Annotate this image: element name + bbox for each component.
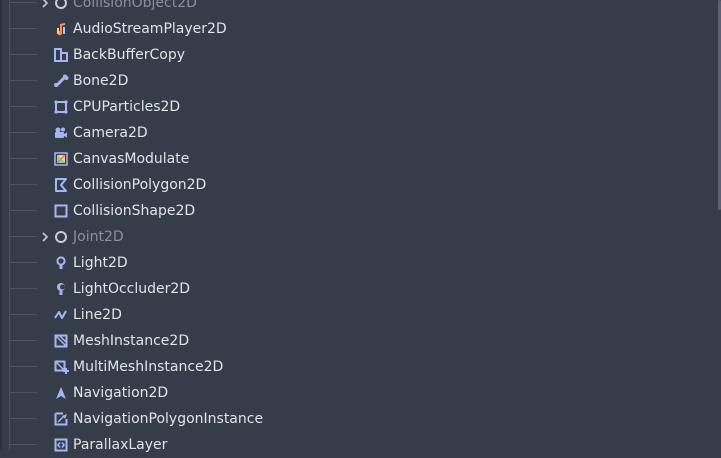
canvas-modulate-icon xyxy=(53,151,69,167)
tree-item-label: NavigationPolygonInstance xyxy=(73,411,264,427)
tree-branch-line xyxy=(10,314,37,315)
tree-branch-line xyxy=(10,210,37,211)
tree-item-label: Joint2D xyxy=(73,229,124,245)
tree-item-label: CanvasModulate xyxy=(73,151,190,167)
tree-branch-line xyxy=(10,54,37,55)
multi-mesh-icon xyxy=(53,359,69,375)
particles-icon xyxy=(53,99,69,115)
tree-item-label: CollisionObject2D xyxy=(73,0,197,11)
tree-item-label: Camera2D xyxy=(73,125,148,141)
collision-shape-icon xyxy=(53,203,69,219)
circle-outline-icon xyxy=(53,229,69,245)
tree-branch-line xyxy=(10,392,37,393)
tree-item[interactable]: CPUParticles2D xyxy=(0,94,716,120)
tree-item-label: CollisionPolygon2D xyxy=(73,177,207,193)
mesh-instance-icon xyxy=(53,333,69,349)
tree-item[interactable]: Joint2D xyxy=(0,224,716,250)
tree-branch-line xyxy=(10,184,37,185)
tree-item[interactable]: CollisionObject2D xyxy=(0,0,716,16)
parallax-layer-icon xyxy=(53,437,69,453)
tree-item[interactable]: Bone2D xyxy=(0,68,716,94)
tree-item-label: MeshInstance2D xyxy=(73,333,190,349)
tree-item[interactable]: CollisionShape2D xyxy=(0,198,716,224)
light-bulb-icon xyxy=(53,255,69,271)
tree-item[interactable]: Navigation2D xyxy=(0,380,716,406)
circle-outline-icon xyxy=(53,0,69,11)
tree-branch-line xyxy=(10,418,37,419)
tree-branch-line xyxy=(10,132,37,133)
light-occluder-icon xyxy=(53,281,69,297)
tree-branch-line xyxy=(10,158,37,159)
back-buffer-icon xyxy=(53,47,69,63)
node-tree-panel: CollisionObject2D AudioStreamPlayer2D Back… xyxy=(0,0,721,453)
tree-item-label: AudioStreamPlayer2D xyxy=(73,21,227,37)
tree-item-label: BackBufferCopy xyxy=(73,47,185,63)
audio-note-icon xyxy=(53,21,69,37)
navigation-arrow-icon xyxy=(53,385,69,401)
tree-item[interactable]: NavigationPolygonInstance xyxy=(0,406,716,432)
tree-branch-line xyxy=(10,288,37,289)
tree-branch-line xyxy=(10,262,37,263)
tree-item-label: MultiMeshInstance2D xyxy=(73,359,224,375)
tree-branch-line xyxy=(10,28,37,29)
tree-item[interactable]: MeshInstance2D xyxy=(0,328,716,354)
camera-icon xyxy=(53,125,69,141)
tree-item[interactable]: Light2D xyxy=(0,250,716,276)
tree-branch-line xyxy=(10,366,37,367)
tree-item[interactable]: AudioStreamPlayer2D xyxy=(0,16,716,42)
tree-branch-line xyxy=(10,80,37,81)
tree-item[interactable]: Line2D xyxy=(0,302,716,328)
tree-branch-line xyxy=(10,236,37,237)
tree-item-label: CollisionShape2D xyxy=(73,203,196,219)
tree-item-label: Bone2D xyxy=(73,73,129,89)
tree-branch-line xyxy=(10,106,37,107)
collision-polygon-icon xyxy=(53,177,69,193)
tree-item[interactable]: MultiMeshInstance2D xyxy=(0,354,716,380)
tree-item[interactable]: ParallaxLayer xyxy=(0,432,716,458)
tree-branch-line xyxy=(10,2,37,3)
tree-item-label: LightOccluder2D xyxy=(73,281,191,297)
tree-branch-line xyxy=(10,444,37,445)
line-icon xyxy=(53,307,69,323)
tree-item-label: Light2D xyxy=(73,255,128,271)
bone-icon xyxy=(53,73,69,89)
tree-branch-line xyxy=(10,340,37,341)
tree-item[interactable]: BackBufferCopy xyxy=(0,42,716,68)
tree-item-label: ParallaxLayer xyxy=(73,437,168,453)
tree-item[interactable]: Camera2D xyxy=(0,120,716,146)
tree-item[interactable]: CollisionPolygon2D xyxy=(0,172,716,198)
tree-item[interactable]: LightOccluder2D xyxy=(0,276,716,302)
tree-item-label: Navigation2D xyxy=(73,385,169,401)
tree-item[interactable]: CanvasModulate xyxy=(0,146,716,172)
navigation-polygon-icon xyxy=(53,411,69,427)
tree-item-label: Line2D xyxy=(73,307,122,323)
tree-item-label: CPUParticles2D xyxy=(73,99,181,115)
